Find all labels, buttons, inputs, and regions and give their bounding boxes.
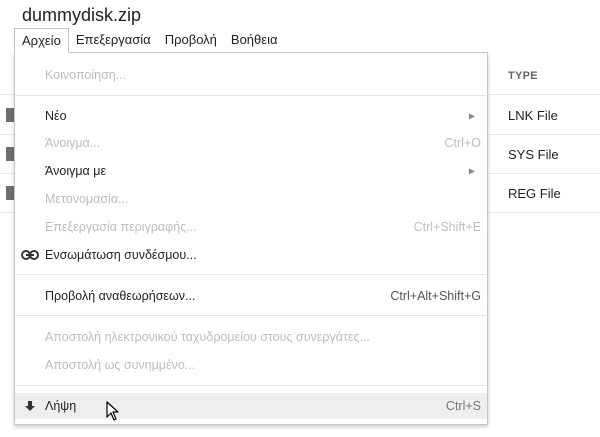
menu-separator [16, 95, 486, 96]
file-row-type[interactable]: REG File [508, 186, 561, 201]
mouse-cursor-icon [106, 401, 120, 426]
menu-item-shortcut: Ctrl+Alt+Shift+G [390, 289, 481, 303]
menu-item-label: Ενσωμάτωση συνδέσμου... [45, 248, 197, 262]
submenu-arrow-icon: ▶ [468, 166, 475, 176]
menu-item-rename: Μετονομασία... [15, 186, 487, 212]
menu-item-label: Νέο [45, 109, 67, 123]
menu-help[interactable]: Βοήθεια [224, 28, 285, 53]
menu-item-label: Αποστολή ηλεκτρονικού ταχυδρομείου στους… [45, 330, 370, 344]
file-row-type[interactable]: SYS File [508, 147, 559, 162]
menu-item-email-collaborators: Αποστολή ηλεκτρονικού ταχυδρομείου στους… [15, 324, 487, 350]
menu-item-label: Μετονομασία... [45, 192, 129, 206]
menu-separator [16, 385, 486, 386]
file-row-type[interactable]: LNK File [508, 108, 558, 123]
menu-item-label: Κοινοποίηση... [45, 68, 127, 82]
menu-item-new[interactable]: Νέο ▶ [15, 103, 487, 129]
menu-item-shortcut: Ctrl+Shift+E [413, 220, 481, 234]
submenu-arrow-icon: ▶ [468, 111, 475, 121]
menu-separator [16, 274, 486, 275]
menu-separator [16, 315, 486, 316]
menubar: Αρχείο Επεξεργασία Προβολή Βοήθεια [14, 28, 284, 53]
menu-item-revision-history[interactable]: Προβολή αναθεωρήσεων... Ctrl+Alt+Shift+G [15, 283, 487, 309]
download-icon [21, 399, 39, 413]
menu-item-open-with[interactable]: Άνοιγμα με ▶ [15, 158, 487, 184]
menu-item-shortcut: Ctrl+S [445, 399, 481, 413]
file-menu-dropdown: Κοινοποίηση... Νέο ▶ Άνοιγμα... Ctrl+O Ά… [14, 52, 488, 425]
menu-file[interactable]: Αρχείο [14, 28, 69, 53]
menu-item-shortcut: Ctrl+O [444, 136, 481, 150]
menu-item-email-attachment: Αποστολή ως συνημμένο... [15, 352, 487, 378]
menu-item-embed-link[interactable]: Ενσωμάτωση συνδέσμου... [15, 242, 487, 268]
document-title: dummydisk.zip [22, 5, 142, 25]
menu-item-label: Αποστολή ως συνημμένο... [45, 358, 196, 372]
menu-item-open: Άνοιγμα... Ctrl+O [15, 130, 487, 156]
menu-item-label: Λήψη [45, 399, 77, 413]
type-column-header[interactable]: TYPE [508, 70, 538, 82]
menu-edit[interactable]: Επεξεργασία [69, 28, 158, 53]
menu-item-label: Άνοιγμα... [45, 136, 101, 150]
menu-item-label: Επεξεργασία περιγραφής... [45, 220, 197, 234]
menu-item-download[interactable]: Λήψη Ctrl+S [15, 393, 487, 419]
menu-item-edit-description: Επεξεργασία περιγραφής... Ctrl+Shift+E [15, 214, 487, 240]
menu-item-label: Προβολή αναθεωρήσεων... [45, 289, 196, 303]
menu-item-label: Άνοιγμα με [45, 164, 107, 178]
menu-view[interactable]: Προβολή [158, 28, 224, 53]
link-icon [21, 248, 39, 262]
menu-item-share: Κοινοποίηση... [15, 62, 487, 88]
